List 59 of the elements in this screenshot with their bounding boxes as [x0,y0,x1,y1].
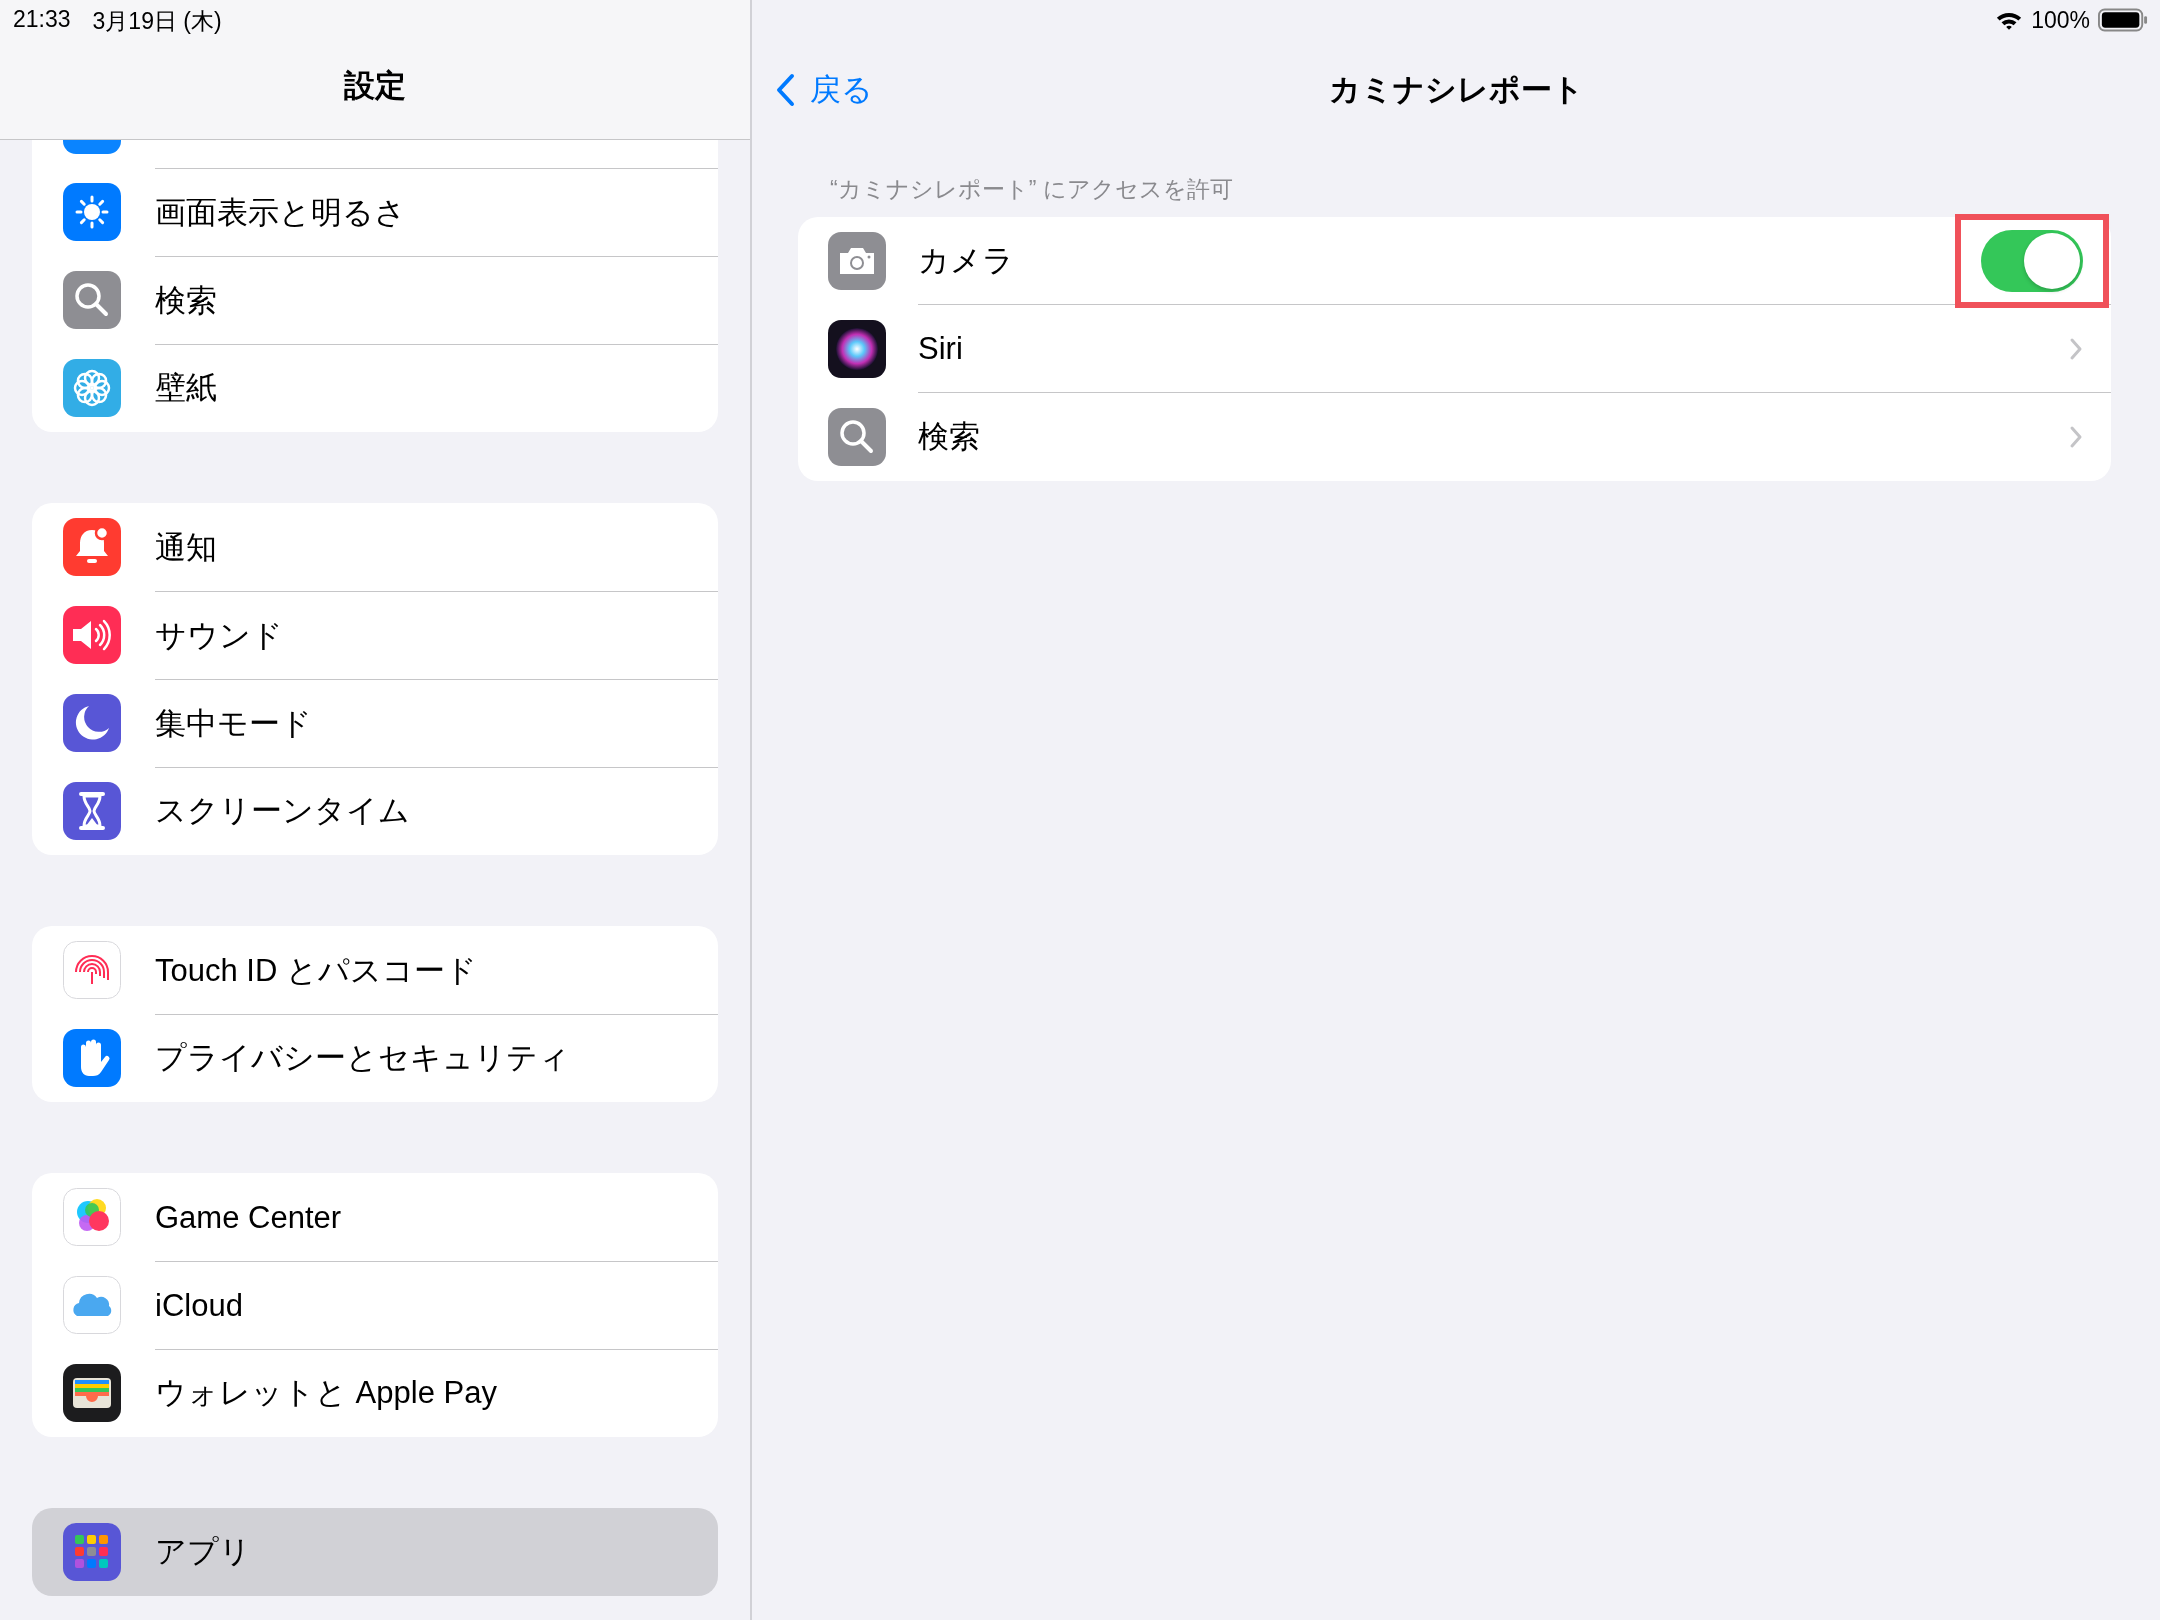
settings-item[interactable]: プライバシーとセキュリティ [32,1014,718,1102]
search-icon [828,408,886,466]
item-label: ウォレットと Apple Pay [155,1374,497,1412]
battery-icon [2098,8,2148,32]
settings-item[interactable]: 通知 [32,503,718,591]
settings-item[interactable]: Touch ID とパスコード [32,926,718,1014]
page-title: カミナシレポート [1328,71,1584,109]
settings-item[interactable]: アプリ [32,1508,718,1596]
permission-row[interactable]: 検索 [798,393,2111,481]
app-grid-icon [63,1523,121,1581]
permission-label: カメラ [918,241,1014,280]
item-label: iCloud [155,1287,243,1324]
item-label: 集中モード [155,704,312,743]
wallet-icon [63,1364,121,1422]
speaker-icon [63,606,121,664]
hourglass-icon [63,782,121,840]
settings-item[interactable]: ウォレットと Apple Pay [32,1349,718,1437]
bell-icon [63,518,121,576]
sun-icon [63,183,121,241]
item-label: 通知 [155,528,217,567]
status-date: 3月19日 (木) [92,7,222,36]
settings-item[interactable]: スクリーンタイム [32,767,718,855]
section-header: “カミナシレポート” にアクセスを許可 [829,175,1234,204]
search-icon [63,271,121,329]
camera-icon [828,232,886,290]
back-button[interactable]: 戻る [752,69,873,111]
back-chevron-icon [776,73,796,107]
battery-percent: 100% [2031,6,2090,34]
item-label: 画面表示と明るさ [155,193,406,232]
settings-item[interactable]: 壁紙 [32,344,718,432]
item-label: 壁紙 [155,369,217,407]
item-label: スクリーンタイム [155,792,410,830]
bubbles-icon [63,1188,121,1246]
permission-row[interactable]: Siri [798,305,2111,393]
status-time: 21:33 [13,6,71,34]
item-label: アプリ [155,1533,251,1571]
permission-label: 検索 [918,418,980,456]
item-label: 検索 [155,281,217,320]
settings-item[interactable]: 検索 [32,256,718,344]
settings-item[interactable]: iCloud [32,1261,718,1349]
chevron-icon [2069,425,2083,449]
item-label: Game Center [155,1199,342,1236]
chevron-icon [2069,336,2083,361]
cloud-icon [63,1276,121,1334]
item-label: プライバシーとセキュリティ [155,1039,570,1077]
settings-item[interactable]: サウンド [32,591,718,679]
moon-icon [63,694,121,752]
settings-item[interactable]: Game Center [32,1173,718,1261]
hand-icon [63,1029,121,1087]
flower-icon [63,359,121,417]
sidebar-title: 設定 [343,67,407,105]
item-label: サウンド [155,616,283,655]
settings-item[interactable]: 集中モード [32,679,718,767]
item-label: Touch ID とパスコード [155,951,477,990]
settings-item[interactable]: 画面表示と明るさ [32,168,718,256]
permission-label: Siri [918,330,963,367]
orb-icon [828,320,886,378]
fingerprint-icon [63,941,121,999]
app-icon [63,140,121,154]
